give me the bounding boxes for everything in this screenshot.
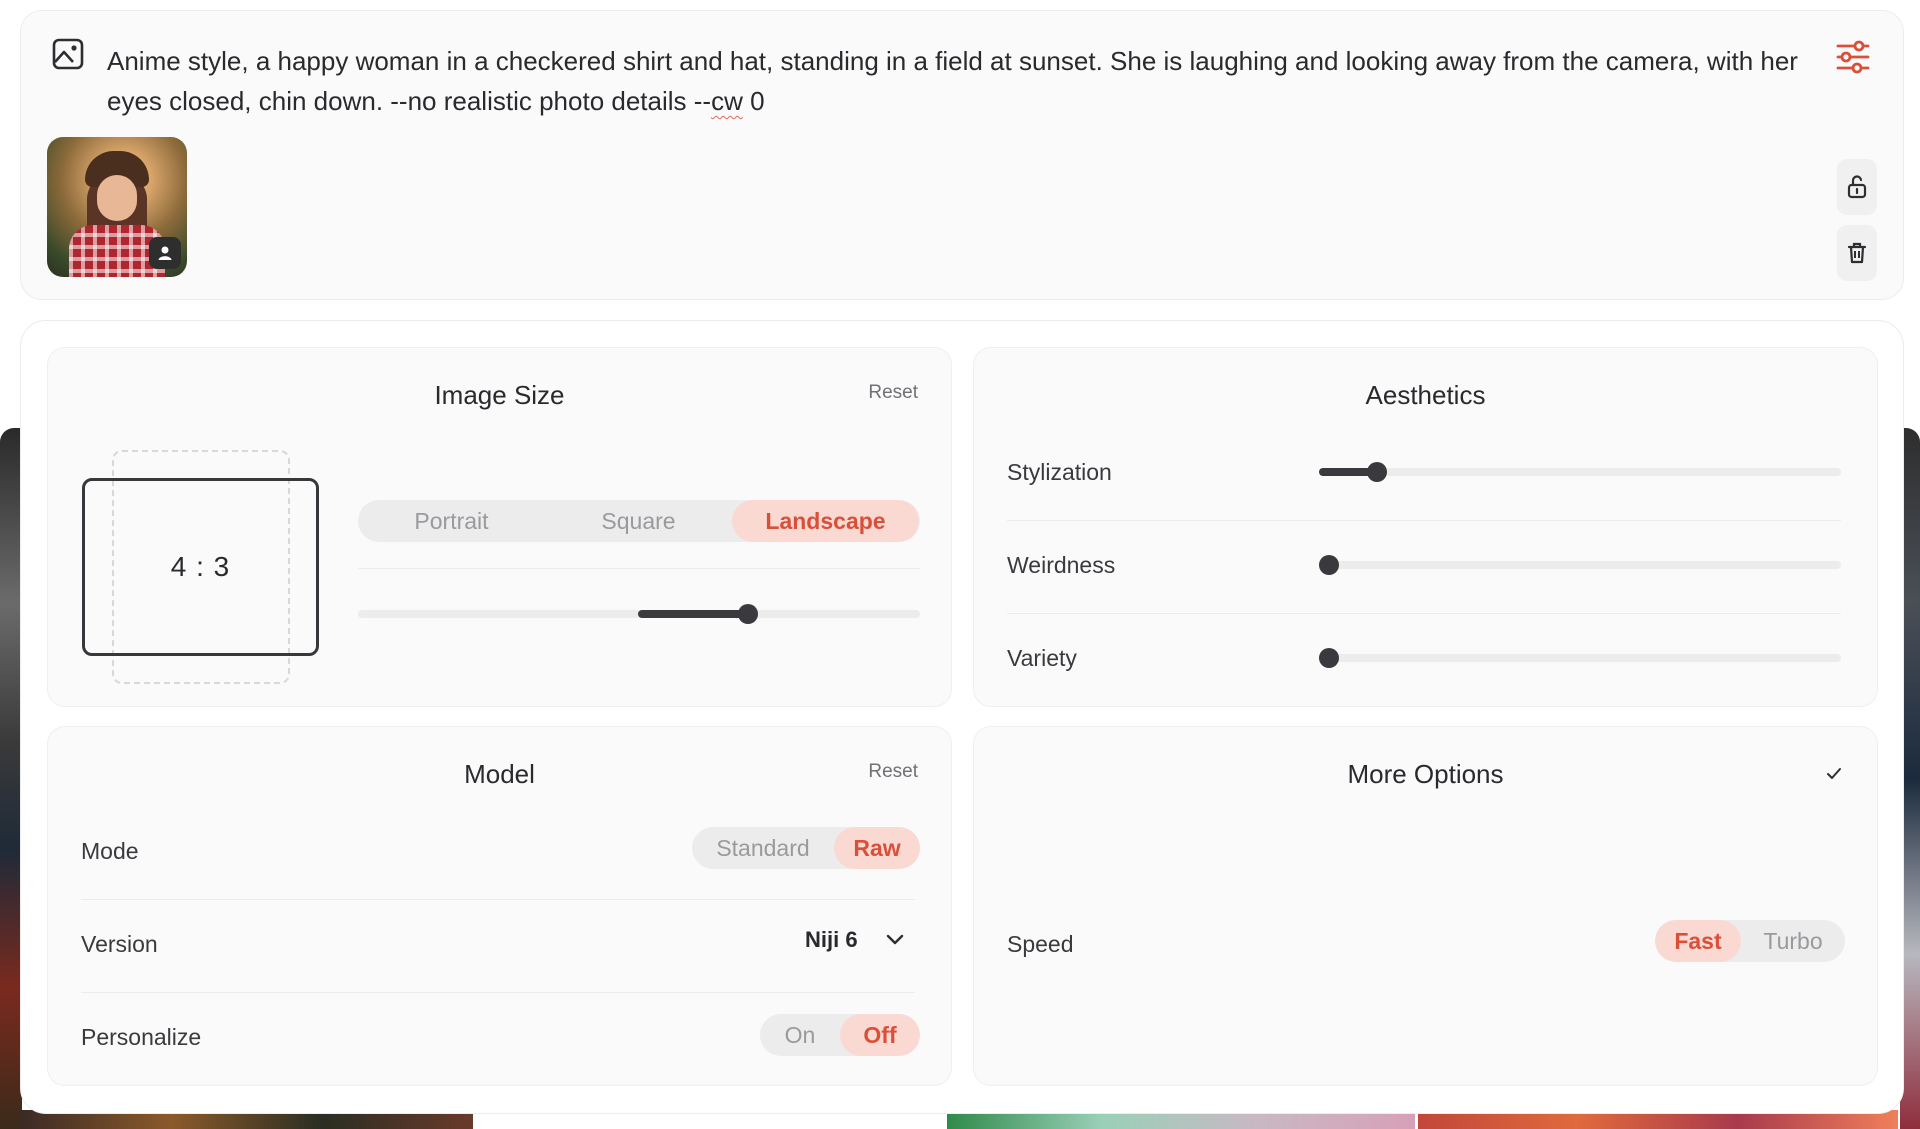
- image-size-card: Image Size Reset 4 : 3 Portrait Square L…: [47, 347, 952, 707]
- personalize-on[interactable]: On: [760, 1014, 840, 1056]
- aesthetics-card: Aesthetics Stylization Weirdness Variety: [973, 347, 1878, 707]
- orientation-square[interactable]: Square: [545, 500, 732, 542]
- image-size-title: Image Size: [434, 380, 565, 410]
- character-reference-icon[interactable]: [149, 237, 181, 269]
- prompt-input[interactable]: Anime style, a happy woman in a checkere…: [107, 41, 1807, 121]
- weirdness-slider[interactable]: [1319, 555, 1841, 575]
- version-dropdown[interactable]: Niji 6: [805, 927, 904, 953]
- model-reset-button[interactable]: Reset: [868, 761, 918, 783]
- mode-standard[interactable]: Standard: [692, 827, 834, 869]
- orientation-landscape[interactable]: Landscape: [732, 500, 919, 542]
- variety-label: Variety: [1007, 645, 1077, 671]
- variety-slider[interactable]: [1319, 648, 1841, 668]
- personalize-toggle: On Off: [760, 1014, 920, 1056]
- version-value: Niji 6: [805, 927, 858, 952]
- stylization-label: Stylization: [1007, 459, 1112, 485]
- reference-image-thumbnail[interactable]: [47, 137, 187, 277]
- orientation-portrait[interactable]: Portrait: [358, 500, 545, 542]
- prompt-text-cw: cw: [711, 86, 743, 116]
- variety-slider-handle[interactable]: [1319, 648, 1339, 668]
- chevron-down-icon: [886, 934, 903, 945]
- divider: [358, 568, 920, 569]
- speed-selector: Fast Turbo: [1655, 920, 1845, 962]
- delete-button[interactable]: [1837, 225, 1877, 281]
- prompt-text-end: 0: [742, 86, 765, 116]
- speed-fast[interactable]: Fast: [1655, 920, 1741, 962]
- aspect-ratio-slider-handle[interactable]: [738, 604, 758, 624]
- aspect-ratio-preview: 4 : 3: [82, 478, 319, 656]
- aesthetics-title: Aesthetics: [1365, 380, 1486, 410]
- mode-selector: Standard Raw: [692, 827, 920, 869]
- gallery-background-left: [0, 428, 22, 1129]
- version-label: Version: [81, 931, 158, 957]
- personalize-off[interactable]: Off: [840, 1014, 920, 1056]
- weirdness-label: Weirdness: [1007, 552, 1116, 578]
- orientation-selector: Portrait Square Landscape: [358, 500, 920, 542]
- mode-label: Mode: [81, 838, 139, 864]
- speed-label: Speed: [1007, 931, 1074, 957]
- collapse-check-icon[interactable]: [1825, 765, 1843, 783]
- personalize-label: Personalize: [81, 1024, 202, 1050]
- speed-turbo[interactable]: Turbo: [1741, 920, 1845, 962]
- prompt-card: Anime style, a happy woman in a checkere…: [20, 10, 1904, 300]
- image-prompt-icon: [52, 38, 84, 70]
- stylization-slider[interactable]: [1319, 462, 1841, 482]
- model-card: Model Reset Mode Standard Raw Version Ni…: [47, 726, 952, 1086]
- weirdness-slider-handle[interactable]: [1319, 555, 1339, 575]
- image-size-reset-button[interactable]: Reset: [868, 382, 918, 404]
- model-title: Model: [464, 759, 535, 789]
- aspect-ratio-slider[interactable]: [358, 604, 920, 624]
- unlock-button[interactable]: [1837, 159, 1877, 215]
- unlock-icon: [1847, 175, 1867, 199]
- more-options-title: More Options: [1347, 759, 1504, 789]
- trash-icon: [1847, 242, 1867, 264]
- settings-panel: Image Size Reset 4 : 3 Portrait Square L…: [20, 320, 1904, 1114]
- prompt-text-main: Anime style, a happy woman in a checkere…: [107, 46, 1798, 116]
- stylization-slider-handle[interactable]: [1367, 462, 1387, 482]
- mode-raw[interactable]: Raw: [834, 827, 920, 869]
- more-options-card: More Options Speed Fast Turbo: [973, 726, 1878, 1086]
- settings-sliders-icon[interactable]: [1833, 37, 1873, 77]
